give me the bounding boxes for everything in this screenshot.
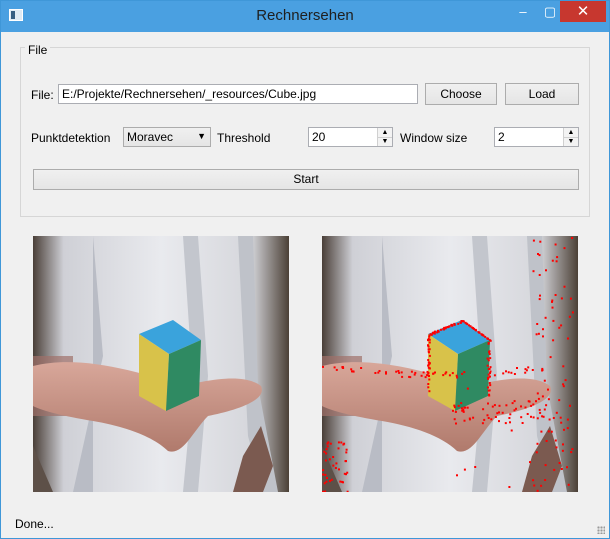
file-path-input[interactable]: E:/Projekte/Rechnersehen/_resources/Cube… <box>58 84 418 104</box>
photo-cube-hand-points-image <box>322 236 578 492</box>
close-button[interactable]: ✕ <box>560 1 606 22</box>
file-group-title: File <box>25 43 51 57</box>
threshold-value: 20 <box>312 130 326 144</box>
threshold-label: Threshold <box>217 131 271 145</box>
status-bar-text: Done... <box>15 517 54 531</box>
minimize-button[interactable]: – <box>509 1 537 22</box>
file-label: File: <box>31 88 54 102</box>
threshold-down-icon[interactable]: ▼ <box>378 137 392 146</box>
dropdown-arrow-icon: ▼ <box>197 131 206 141</box>
input-image <box>33 236 289 492</box>
choose-button[interactable]: Choose <box>425 83 497 105</box>
load-button[interactable]: Load <box>505 83 579 105</box>
threshold-spinbox[interactable]: 20 ▲ ▼ <box>308 127 393 147</box>
start-button[interactable]: Start <box>33 169 579 190</box>
detection-label: Punktdetektion <box>31 131 111 145</box>
window-size-down-icon[interactable]: ▼ <box>564 137 578 146</box>
window-size-value: 2 <box>498 130 505 144</box>
detection-combobox[interactable]: Moravec ▼ <box>123 127 211 147</box>
window-size-label: Window size <box>400 131 468 145</box>
title-bar[interactable]: Rechnersehen – ▢ ✕ <box>1 1 609 32</box>
photo-cube-hand-image <box>33 236 289 492</box>
window-size-spinbox[interactable]: 2 ▲ ▼ <box>494 127 579 147</box>
main-window: Rechnersehen – ▢ ✕ File File: E:/Projekt… <box>0 0 610 539</box>
result-image <box>322 236 578 492</box>
resize-grip-icon[interactable] <box>597 526 605 534</box>
detection-value: Moravec <box>127 130 174 144</box>
